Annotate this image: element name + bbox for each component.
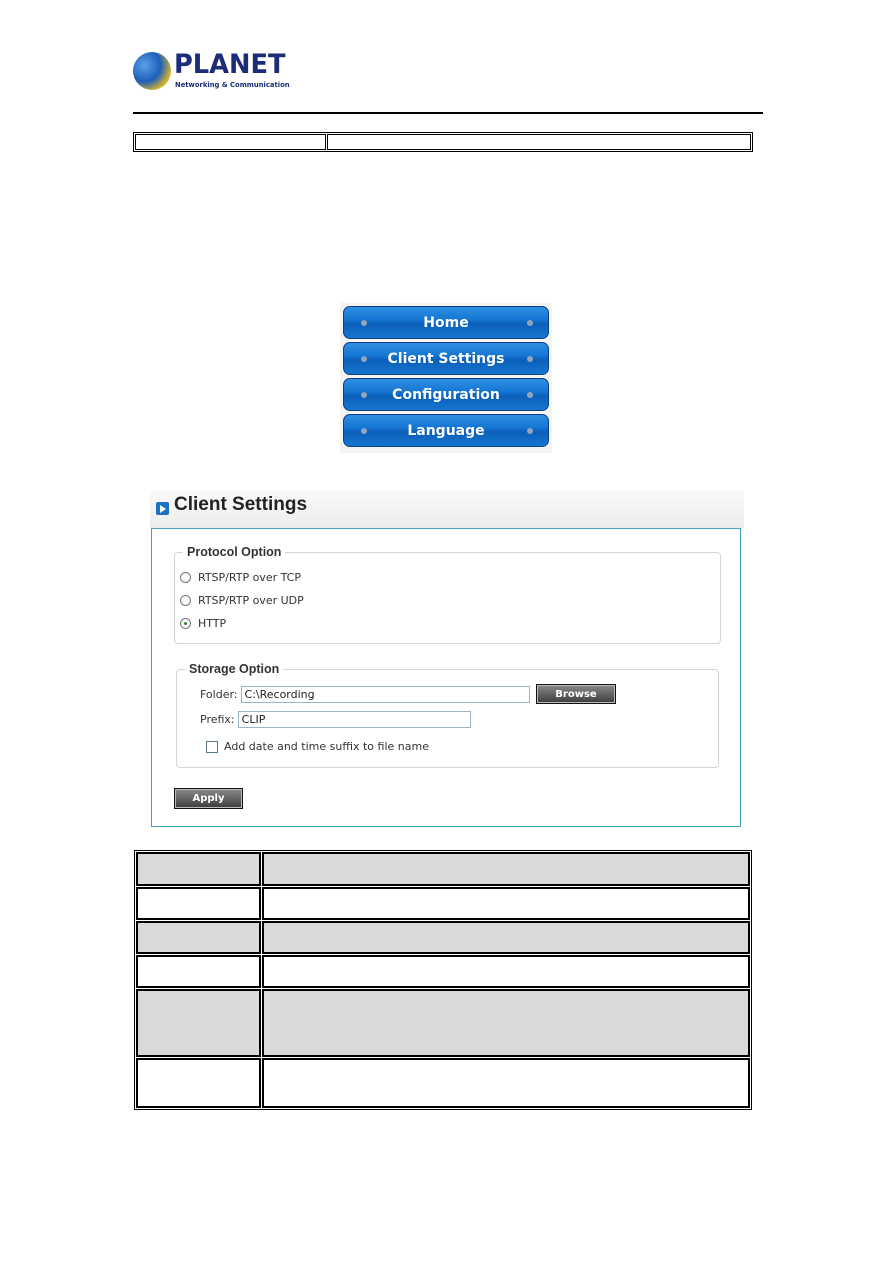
globe-logo-icon	[133, 52, 171, 90]
radio-label: RTSP/RTP over TCP	[198, 571, 301, 584]
radio-rtsp-udp[interactable]: RTSP/RTP over UDP	[180, 594, 304, 607]
table-value-cell	[262, 1058, 750, 1108]
planet-logo: PLANET Networking & Communication	[133, 49, 290, 94]
rivet-icon	[361, 320, 367, 326]
header-table	[133, 132, 753, 152]
folder-label: Folder:	[200, 688, 238, 701]
storage-option-legend: Storage Option	[189, 662, 280, 676]
radio-label: HTTP	[198, 617, 227, 630]
rivet-icon	[361, 356, 367, 362]
rivet-icon	[361, 428, 367, 434]
protocol-option-legend: Protocol Option	[187, 545, 282, 559]
table-row	[136, 921, 750, 954]
browse-button[interactable]: Browse	[536, 684, 616, 704]
table-key-cell	[136, 887, 261, 920]
table-value-cell	[262, 955, 750, 988]
radio-icon[interactable]	[180, 572, 191, 583]
folder-input[interactable]	[240, 686, 530, 703]
table-value-cell	[262, 887, 750, 920]
table-row	[136, 852, 750, 886]
menu-button-language[interactable]: Language	[343, 414, 549, 447]
table-row	[136, 887, 750, 920]
menu-button-label: Client Settings	[387, 350, 505, 367]
folder-row: Folder:	[200, 686, 530, 703]
client-settings-panel: Protocol Option RTSP/RTP over TCP RTSP/R…	[151, 528, 741, 827]
suffix-checkbox-label: Add date and time suffix to file name	[224, 740, 429, 753]
menu-button-home[interactable]: Home	[343, 306, 549, 339]
menu-button-label: Configuration	[392, 386, 500, 403]
header-table-cell	[327, 134, 751, 150]
prefix-input[interactable]	[237, 711, 471, 728]
rivet-icon	[361, 392, 367, 398]
menu-button-configuration[interactable]: Configuration	[343, 378, 549, 411]
main-menu: Home Client Settings Configuration Langu…	[340, 303, 552, 453]
table-key-cell	[136, 989, 261, 1057]
table-key-cell	[136, 1058, 261, 1108]
menu-button-label: Home	[423, 314, 469, 331]
table-key-cell	[136, 852, 261, 886]
menu-button-label: Language	[407, 422, 485, 439]
rivet-icon	[527, 428, 533, 434]
apply-button[interactable]: Apply	[174, 788, 243, 809]
table-row	[136, 955, 750, 988]
radio-icon[interactable]	[180, 595, 191, 606]
rivet-icon	[527, 356, 533, 362]
table-value-cell	[262, 921, 750, 954]
radio-label: RTSP/RTP over UDP	[198, 594, 304, 607]
rivet-icon	[527, 320, 533, 326]
description-table	[134, 850, 752, 1110]
radio-http[interactable]: HTTP	[180, 617, 226, 630]
logo-tagline: Networking & Communication	[175, 81, 290, 89]
prefix-label: Prefix:	[200, 713, 235, 726]
radio-rtsp-tcp[interactable]: RTSP/RTP over TCP	[180, 571, 301, 584]
header-table-cell	[135, 134, 326, 150]
table-row	[136, 1058, 750, 1108]
radio-checked-icon[interactable]	[180, 618, 191, 629]
logo-wordmark: PLANET	[174, 49, 286, 80]
table-value-cell	[262, 852, 750, 886]
prefix-row: Prefix:	[200, 711, 471, 728]
play-arrow-icon	[156, 502, 169, 515]
table-value-cell	[262, 989, 750, 1057]
panel-title: Client Settings	[174, 494, 308, 515]
table-key-cell	[136, 955, 261, 988]
table-key-cell	[136, 921, 261, 954]
header-divider	[133, 112, 763, 114]
suffix-checkbox-row[interactable]: Add date and time suffix to file name	[206, 740, 429, 753]
table-row	[136, 989, 750, 1057]
checkbox-icon[interactable]	[206, 740, 218, 753]
rivet-icon	[527, 392, 533, 398]
menu-button-client-settings[interactable]: Client Settings	[343, 342, 549, 375]
panel-header: Client Settings	[150, 490, 744, 528]
